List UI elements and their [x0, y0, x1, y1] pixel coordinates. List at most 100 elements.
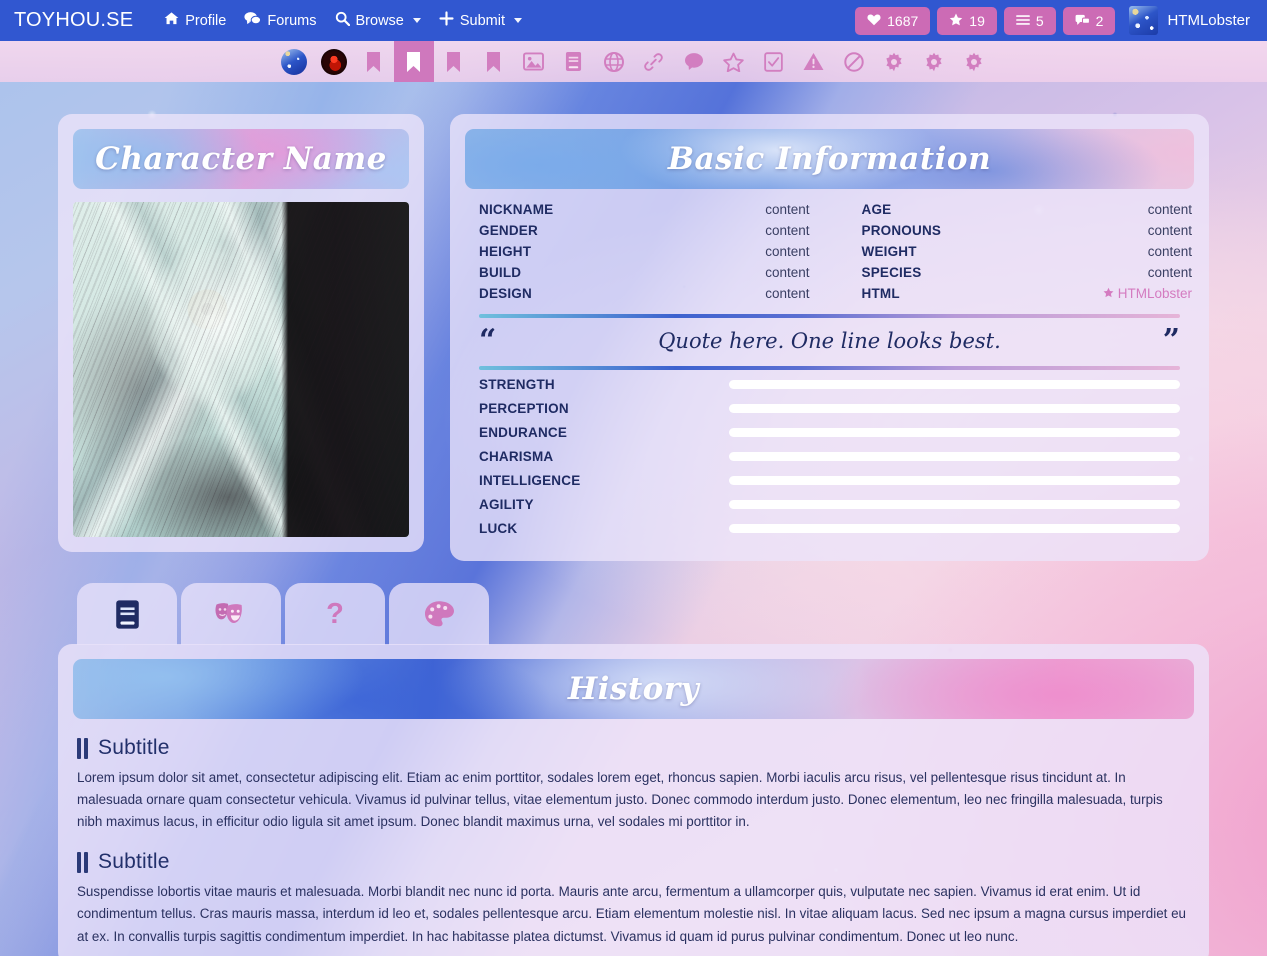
gear-icon — [964, 52, 984, 72]
quote-text: Quote here. One line looks best. — [658, 329, 1001, 353]
info-label: NICKNAME — [479, 202, 554, 217]
toolbar-world[interactable] — [594, 41, 634, 82]
tab-history[interactable] — [77, 583, 177, 645]
toolbar-bookmark-1[interactable] — [354, 41, 394, 82]
info-label: SPECIES — [861, 265, 922, 280]
toolbar-todo[interactable] — [754, 41, 794, 82]
nav-label: Browse — [355, 12, 404, 29]
messages-count-pill[interactable]: 2 — [1062, 6, 1116, 35]
toolbar-character-thumb-2[interactable] — [314, 41, 354, 82]
info-value: content — [765, 244, 810, 259]
nav-item-profile[interactable]: Profile — [155, 7, 235, 34]
tab-design[interactable] — [389, 583, 489, 645]
toolbar-settings-3[interactable] — [954, 41, 994, 82]
toolbar-literature[interactable] — [554, 41, 594, 82]
info-value: content — [765, 286, 810, 301]
page-title: Character Name — [95, 141, 387, 177]
stat-row: CHARISMA — [479, 446, 1180, 466]
toolbar-favorite[interactable] — [714, 41, 754, 82]
checkbox-icon — [764, 51, 783, 72]
toolbar-comments[interactable] — [674, 41, 714, 82]
tab-trivia[interactable]: ? — [285, 583, 385, 645]
toolbar-bookmark-active[interactable] — [393, 41, 434, 82]
info-row: WEIGHT content — [862, 241, 1193, 262]
ban-icon — [843, 51, 864, 72]
book-icon — [565, 51, 582, 72]
avatar-thumb-blue-icon — [280, 48, 307, 75]
toolbar-settings-2[interactable] — [914, 41, 954, 82]
plus-icon — [439, 11, 454, 30]
user-avatar[interactable] — [1129, 6, 1159, 35]
stat-label: PERCEPTION — [479, 400, 569, 416]
toolbar-character-thumb-1[interactable] — [274, 41, 314, 82]
info-column-right: AGE content PRONOUNS content WEIGHT cont… — [862, 199, 1193, 304]
heart-icon — [867, 13, 881, 29]
stat-label: ENDURANCE — [479, 424, 568, 440]
tab-personality[interactable] — [181, 583, 281, 645]
nav-label: Submit — [459, 12, 505, 29]
gear-icon — [924, 52, 944, 72]
basic-information-panel: Basic Information NICKNAME content GENDE… — [450, 114, 1209, 561]
body-paragraph: Suspendisse lobortis vitae mauris et mal… — [77, 884, 1186, 944]
heart-count-pill[interactable]: 1687 — [855, 6, 931, 35]
subtitle-label: Subtitle — [98, 736, 170, 759]
user-menu[interactable]: HTMLobster — [1167, 12, 1257, 29]
comment-icon — [1075, 13, 1090, 29]
character-portrait[interactable] — [73, 202, 409, 537]
pill-value: 2 — [1095, 12, 1104, 29]
avatar-thumb-red-icon — [320, 48, 347, 75]
toolbar-bookmark-4[interactable] — [474, 41, 514, 82]
info-row: AGE content — [862, 199, 1193, 220]
stat-label: INTELLIGENCE — [479, 472, 581, 488]
toolbar-links[interactable] — [634, 41, 674, 82]
toolbar-blocked[interactable] — [834, 41, 874, 82]
top-navbar: TOYHOU.SE Profile Forums Browse Submit 1… — [0, 0, 1267, 41]
info-label: AGE — [861, 202, 892, 217]
info-value: content — [1147, 202, 1192, 217]
nav-item-browse[interactable]: Browse — [326, 7, 430, 34]
nav-item-forums[interactable]: Forums — [235, 7, 325, 34]
subtitle-row: Subtitle — [77, 736, 1194, 760]
history-panel: History Subtitle Lorem ipsum dolor sit a… — [58, 644, 1209, 956]
toolbar-warning[interactable] — [794, 41, 834, 82]
info-row: HEIGHT content — [479, 241, 810, 262]
warning-icon — [803, 52, 824, 71]
info-row-html-credit: HTML HTMLobster — [862, 283, 1193, 304]
subtitle-row: Subtitle — [77, 850, 1194, 874]
info-value: content — [1147, 265, 1192, 280]
question-icon: ? — [324, 598, 346, 630]
bookmark-icon — [486, 51, 501, 73]
subtitle-label: Subtitle — [98, 850, 170, 874]
toolbar-gallery[interactable] — [514, 41, 554, 82]
toolbar-settings-1[interactable] — [874, 41, 914, 82]
site-logo[interactable]: TOYHOU.SE — [14, 9, 133, 32]
stat-row: ENDURANCE — [479, 422, 1180, 442]
stat-label: STRENGTH — [479, 376, 555, 392]
info-value: content — [765, 265, 810, 280]
info-row: BUILD content — [479, 262, 810, 283]
search-icon — [335, 11, 350, 30]
image-icon — [523, 52, 544, 71]
stat-row: INTELLIGENCE — [479, 470, 1180, 490]
gear-icon — [884, 52, 904, 72]
list-count-pill[interactable]: 5 — [1003, 6, 1056, 35]
section-title: History — [567, 671, 700, 707]
character-toolbar — [0, 41, 1267, 82]
info-column-left: NICKNAME content GENDER content HEIGHT c… — [479, 199, 810, 304]
html-credit-link[interactable]: HTMLobster — [1103, 286, 1192, 301]
star-outline-icon — [723, 52, 744, 72]
chevron-down-icon — [412, 18, 421, 23]
section-title: Basic Information — [667, 141, 992, 177]
star-count-pill[interactable]: 19 — [937, 6, 997, 35]
stat-track — [729, 403, 1180, 413]
info-value: content — [1147, 223, 1192, 238]
basic-information-banner: Basic Information — [465, 129, 1194, 189]
comment-icon — [684, 52, 704, 71]
info-label: WEIGHT — [861, 244, 917, 259]
body-paragraph: Lorem ipsum dolor sit amet, consectetur … — [77, 770, 1163, 830]
stat-track — [729, 379, 1180, 389]
toolbar-bookmark-3[interactable] — [434, 41, 474, 82]
credit-label: HTMLobster — [1117, 286, 1192, 301]
character-card: Character Name — [58, 114, 424, 552]
nav-item-submit[interactable]: Submit — [430, 7, 531, 34]
